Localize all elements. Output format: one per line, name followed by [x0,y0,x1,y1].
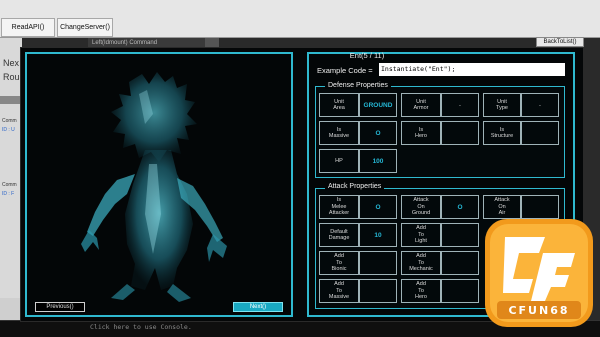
hp-label: HP [319,149,359,173]
add-to-bionic-value [359,251,397,275]
hp-value: 100 [359,149,397,173]
unit-area-label: Unit Area [319,93,359,117]
add-to-mechanic-value [441,251,479,275]
next-button[interactable]: Next() [233,302,283,312]
ent-model-image [81,72,227,302]
attack-on-ground-label: Attack On Ground [401,195,441,219]
background-id-2: ID : F [2,191,15,197]
attack-on-air-label: Attack On Air [483,195,521,219]
background-id-1: ID : U [2,127,15,133]
add-to-massive-label: Add To Massive [319,279,359,303]
previous-button[interactable]: Previous() [35,302,85,312]
unit-armor-label: Unit Armor [401,93,441,117]
is-hero-label: Is Hero [401,121,441,145]
is-melee-attacker-value: O [359,195,397,219]
example-code-label: Example Code = [317,66,373,75]
console-hint[interactable]: Click here to use Console. [90,323,192,331]
attack-on-air-value [521,195,559,219]
unit-armor-value: - [441,93,479,117]
default-damage-label: Default Damage [319,223,359,247]
top-toolbar: ReadAPI() ChangeServer() [0,0,600,38]
attack-title: Attack Properties [325,183,385,190]
is-hero-value [441,121,479,145]
attack-on-ground-value: O [441,195,479,219]
console-side-box [0,298,22,322]
background-round-label: Rou [3,72,20,82]
app-root: Left(Idmount) Command Nex Rou Comm ID : … [0,0,600,337]
unit-type-label: Unit Type [483,93,521,117]
is-structure-label: Is Structure [483,121,521,145]
brand-logo-text: CFUN68 [508,304,569,317]
brand-logo: CFUN68 [483,217,595,329]
add-to-massive-value [359,279,397,303]
default-damage-value: 10 [359,223,397,247]
add-to-hero-value [441,279,479,303]
is-structure-value [521,121,559,145]
background-strip [0,96,22,104]
change-server-button[interactable]: ChangeServer() [57,18,113,37]
unit-type-value: - [521,93,559,117]
unit-area-value: GROUND [359,93,397,117]
example-code-field[interactable]: Instantiate("Ent"); [379,63,565,76]
read-api-button[interactable]: ReadAPI() [1,18,55,37]
back-to-list-button[interactable]: BackToList() [536,37,584,47]
background-comment-1: Comm [2,118,17,124]
add-to-bionic-label: Add To Bionic [319,251,359,275]
is-melee-attacker-label: Is Melee Attacker [319,195,359,219]
is-massive-label: Is Massive [319,121,359,145]
add-to-light-label: Add To Light [401,223,441,247]
add-to-mechanic-label: Add To Mechanic [401,251,441,275]
entity-title: Ent(5 / 11) [349,51,385,60]
defense-title: Defense Properties [325,82,391,89]
brand-logo-icon: CFUN68 [485,219,593,327]
add-to-light-value [441,223,479,247]
model-viewer[interactable] [25,52,293,317]
is-massive-value: O [359,121,397,145]
background-next-label: Nex [3,58,20,68]
background-comment-2: Comm [2,182,17,188]
add-to-hero-label: Add To Hero [401,279,441,303]
